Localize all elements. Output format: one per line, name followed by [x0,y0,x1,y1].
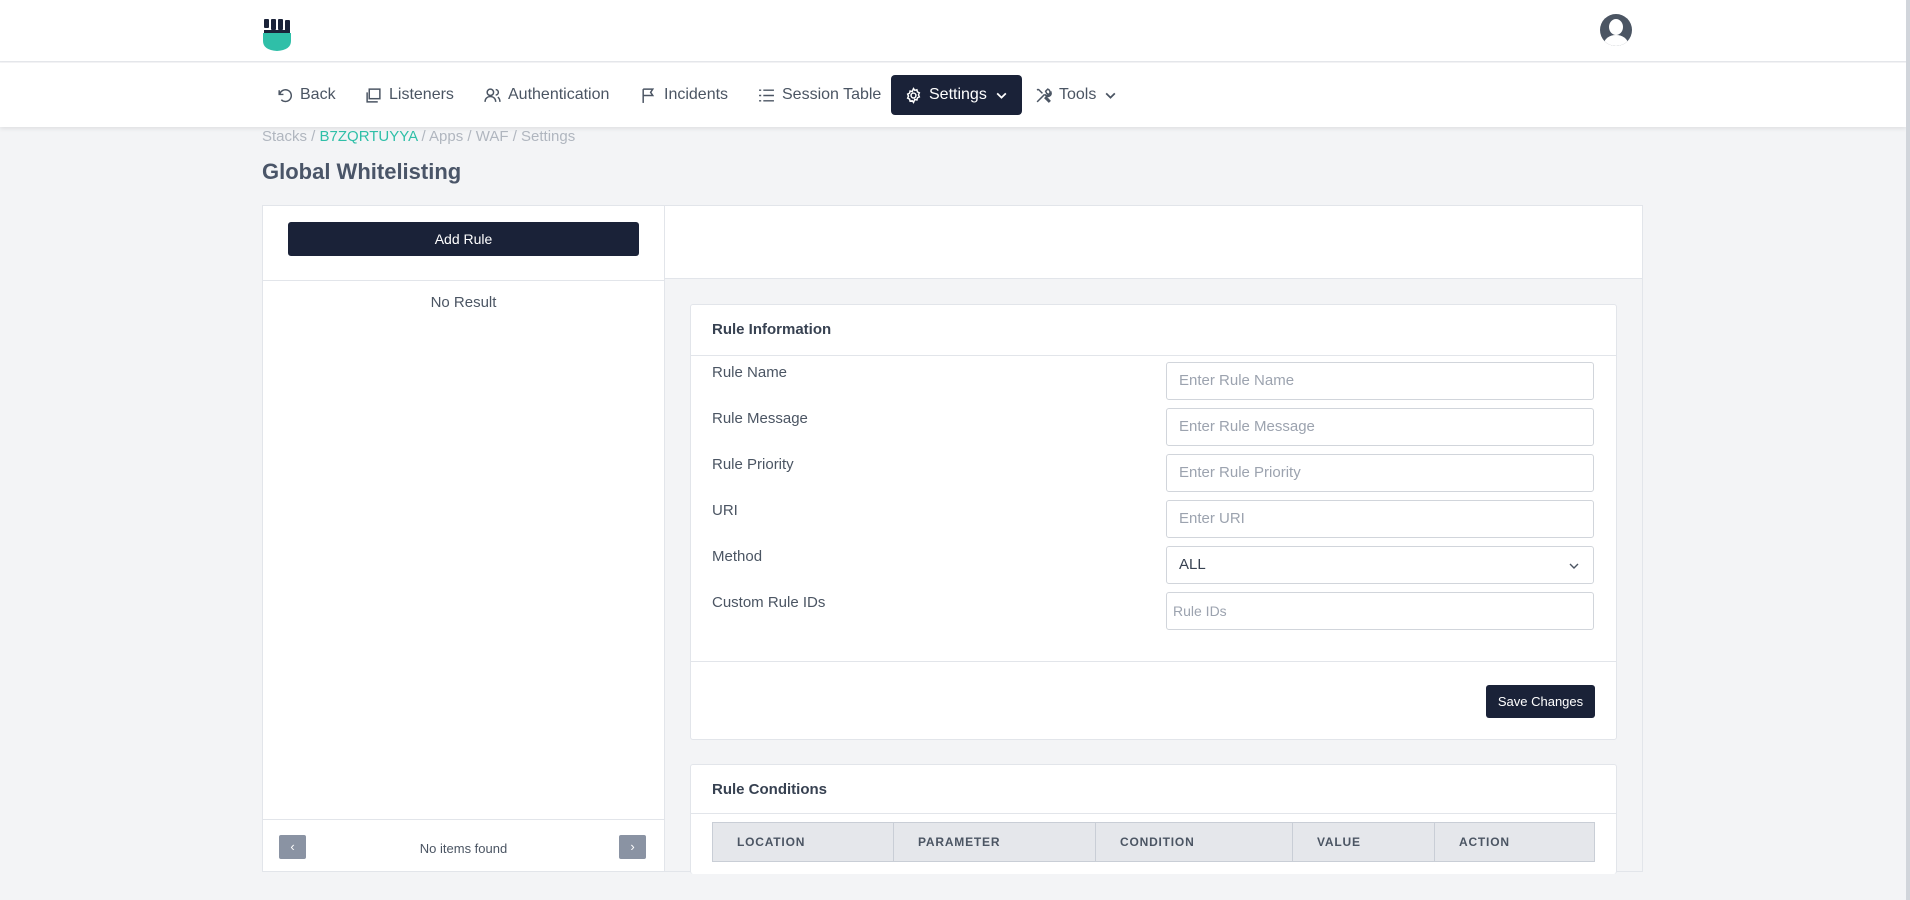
rule-information-section: Rule Information Rule Name Enter Rule Na… [690,304,1617,740]
custom-rule-ids-input[interactable]: Rule IDs [1166,592,1594,630]
rule-message-label: Rule Message [712,410,808,427]
top-bar [0,0,1906,62]
nav-settings-label: Settings [929,86,987,103]
page-scrollbar[interactable] [1906,0,1910,900]
nav-incidents-label: Incidents [664,86,729,103]
rule-message-input[interactable]: Enter Rule Message [1166,408,1594,446]
nav-listeners[interactable]: Listeners [365,75,454,115]
breadcrumb-apps[interactable]: Apps [429,128,463,145]
empty-rules-text: No Result [430,294,497,311]
breadcrumb-stack-id[interactable]: B7ZQRTUYYA [320,128,418,145]
column-header-value: VALUE [1293,823,1435,861]
nav-incidents[interactable]: Incidents [640,75,728,115]
next-page-button[interactable]: › [619,835,646,859]
users-icon [484,87,501,102]
nav-listeners-label: Listeners [389,86,454,103]
nav-tools[interactable]: Tools [1035,75,1117,115]
flag-icon [642,87,655,103]
pagination-footer: ‹ No items found › [263,819,664,871]
uri-label: URI [712,502,738,519]
chevron-down-icon [1105,92,1116,99]
chevron-down-icon [996,92,1007,99]
page-title: Global Whitelisting [262,159,462,184]
divider [691,661,1616,662]
breadcrumb: Stacks / B7ZQRTUYYA / Apps / WAF / Setti… [262,128,576,145]
uri-input[interactable]: Enter URI [1166,500,1594,538]
nav-authentication[interactable]: Authentication [484,75,609,115]
rules-list-pane: Add Rule No Result ‹ No items found › [263,206,665,871]
rule-name-input[interactable]: Enter Rule Name [1166,362,1594,400]
column-header-location: LOCATION [713,823,894,861]
column-header-action: ACTION [1459,835,1510,849]
nav-tools-label: Tools [1059,86,1097,103]
breadcrumb-waf[interactable]: WAF [476,128,509,145]
column-header-parameter: PARAMETER [894,823,1096,861]
section-title: Rule Information [712,321,832,338]
section-title: Rule Conditions [712,781,827,798]
method-select[interactable]: ALL [1166,546,1594,584]
add-rule-button[interactable]: Add Rule [288,222,639,256]
nav-session-table[interactable]: Session Table [758,75,881,115]
gear-icon [906,86,921,104]
divider [691,813,1616,814]
breadcrumb-stacks[interactable]: Stacks [262,128,307,145]
column-header-condition: CONDITION [1096,823,1293,861]
nav-settings[interactable]: Settings [891,75,1022,115]
rule-priority-label: Rule Priority [712,456,794,473]
save-changes-button[interactable]: Save Changes [1486,685,1595,718]
rule-detail-pane: Rule Information Rule Name Enter Rule Na… [665,206,1642,874]
main-navbar: Back Listeners Authentication Incidents … [0,63,1906,127]
rule-priority-input[interactable]: Enter Rule Priority [1166,454,1594,492]
divider [691,355,1616,356]
breadcrumb-settings: Settings [521,128,576,145]
nav-session-table-label: Session Table [782,86,882,103]
pagination-status: No items found [419,841,508,856]
nav-authentication-label: Authentication [508,86,610,103]
list-icon [759,88,774,102]
windows-icon [366,87,381,103]
custom-rule-ids-label: Custom Rule IDs [712,594,826,611]
rule-name-label: Rule Name [712,364,788,381]
divider [263,280,664,281]
nav-back-label: Back [300,86,336,103]
rule-conditions-section: Rule Conditions LOCATION PARAMETER CONDI… [690,764,1617,874]
whitelisting-card: Add Rule No Result ‹ No items found › Ru… [262,205,1643,874]
method-select-value: ALL [1179,556,1206,573]
detail-header [665,206,1642,279]
tools-icon [1036,87,1052,103]
nav-back[interactable]: Back [276,75,336,115]
user-avatar-icon[interactable] [1600,14,1632,46]
conditions-table-header: LOCATION PARAMETER CONDITION VALUE ACTIO… [712,822,1595,862]
chevron-down-icon [1569,563,1579,569]
method-label: Method [712,548,763,565]
undo-icon [278,88,293,102]
fist-shield-logo[interactable] [262,19,292,51]
